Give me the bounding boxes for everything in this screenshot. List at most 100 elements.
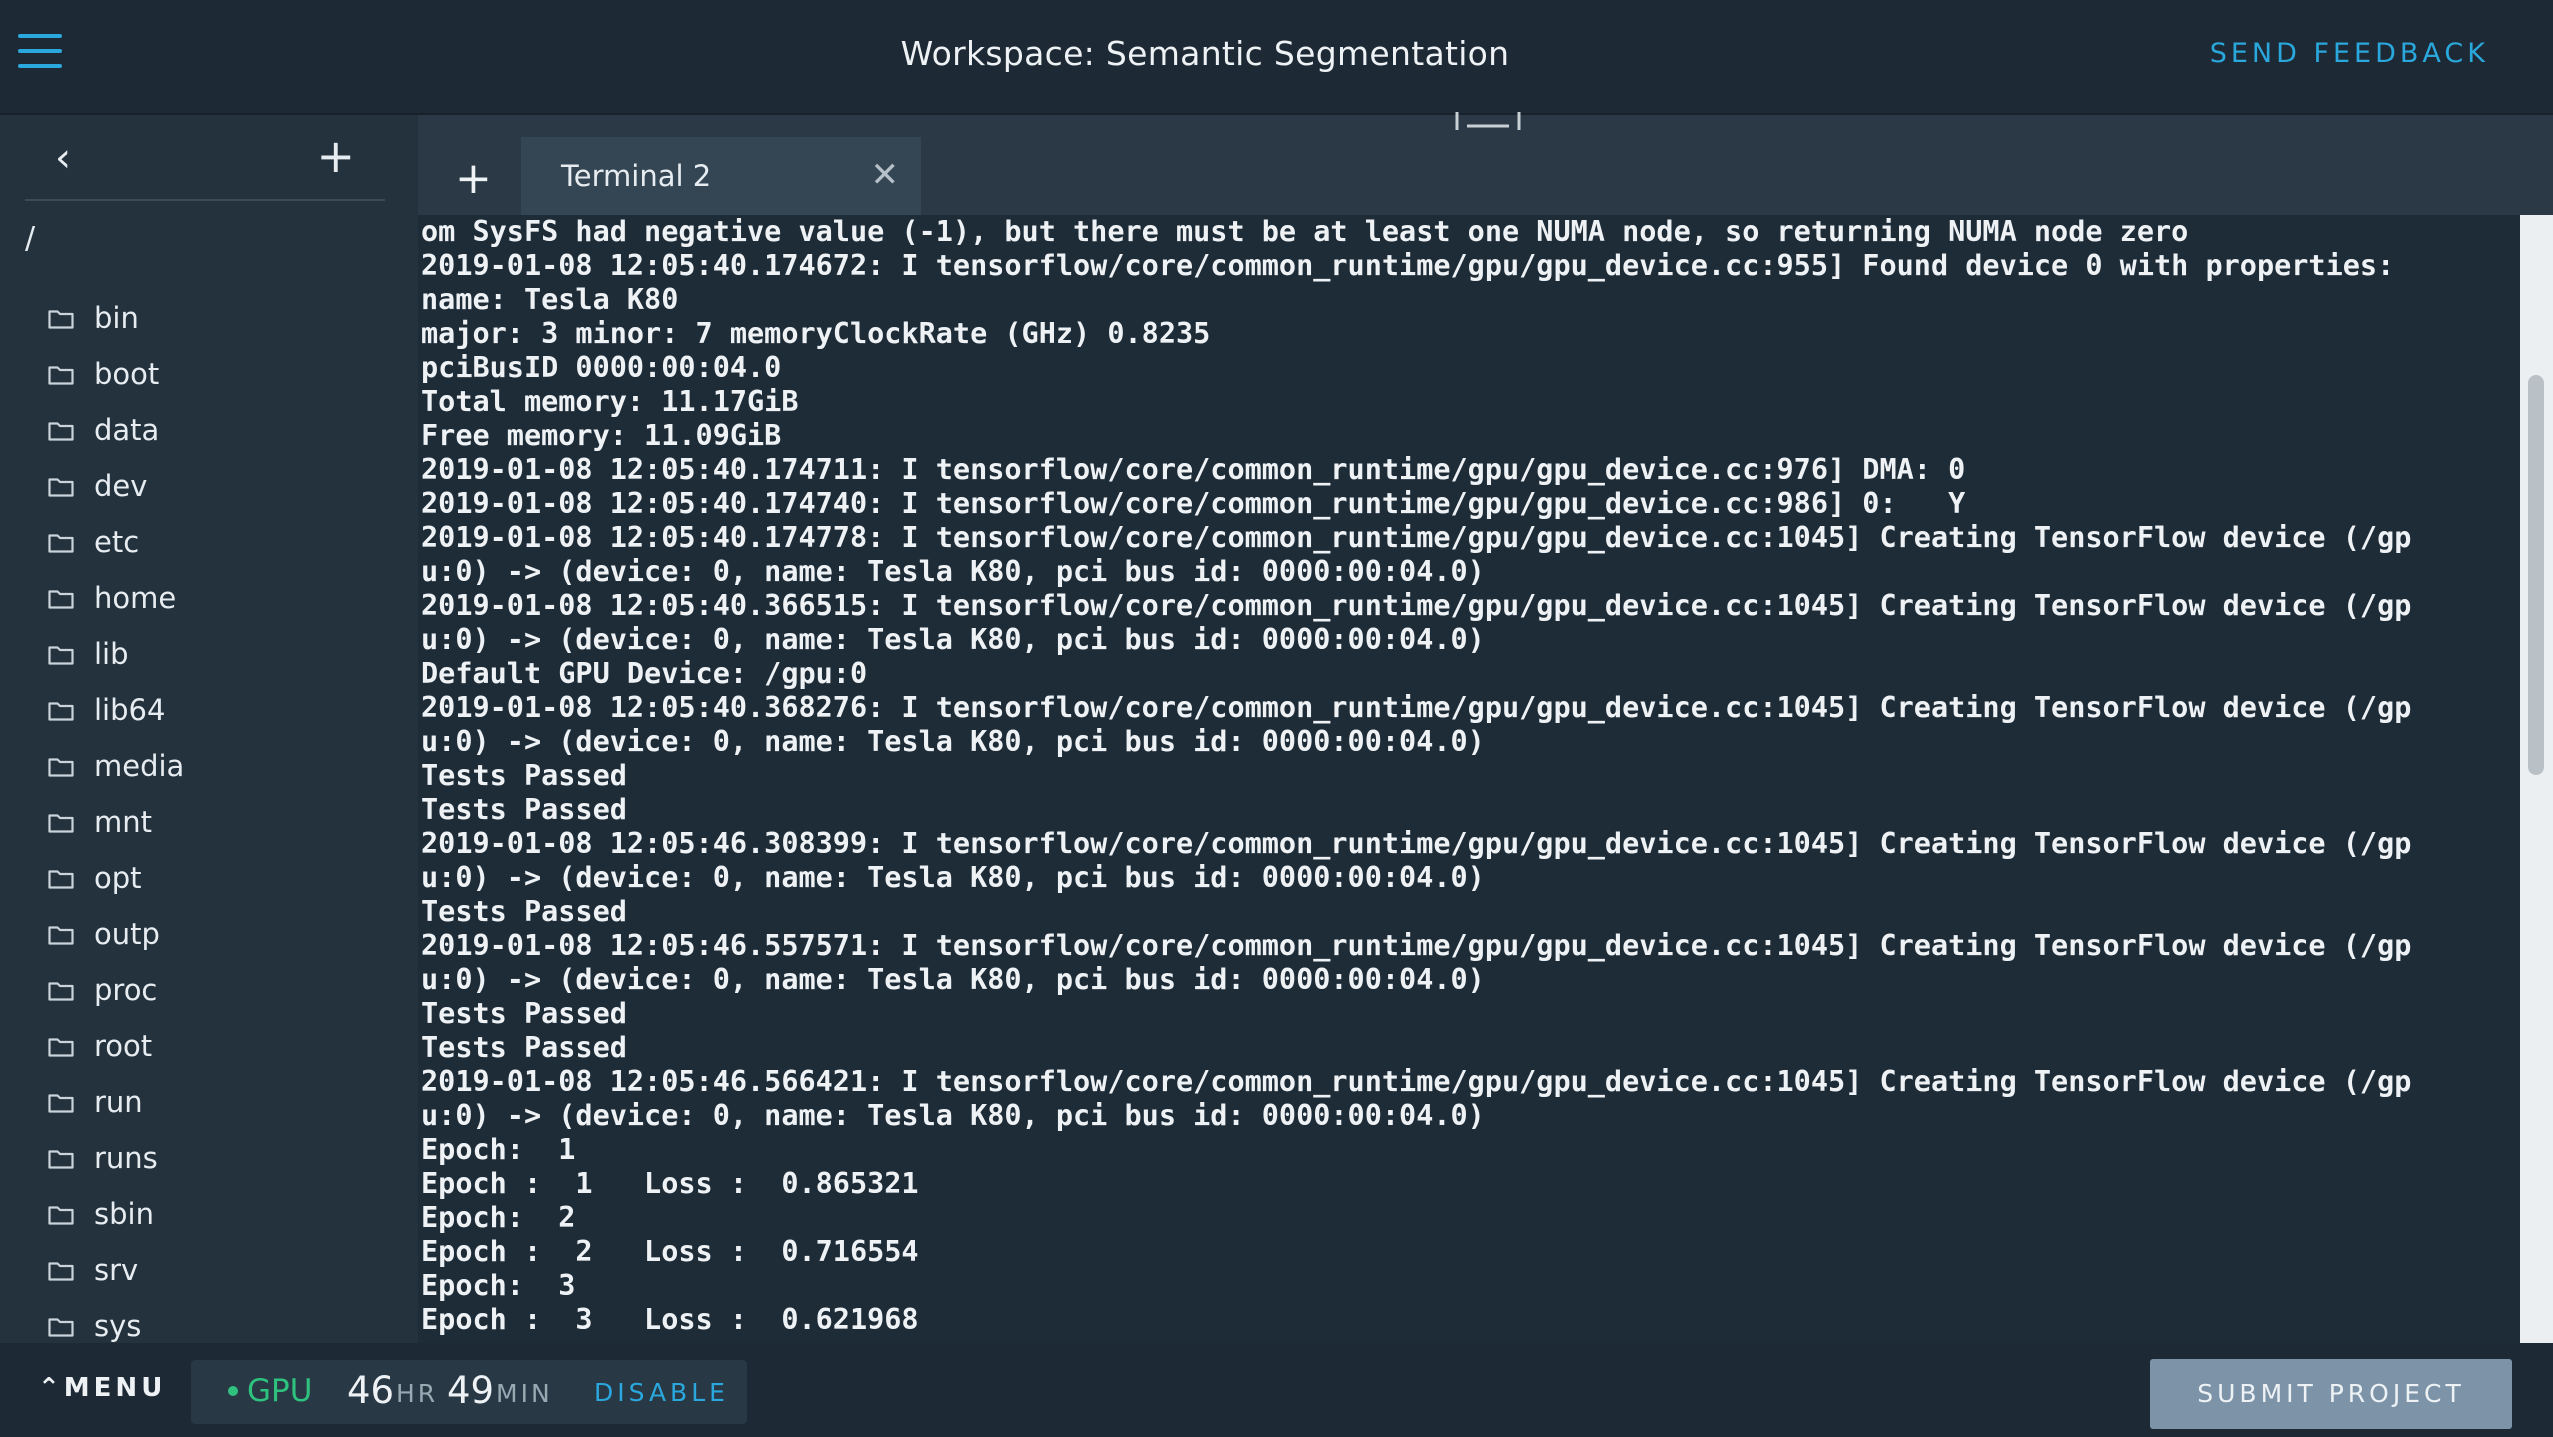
scrollbar-thumb[interactable] [2528, 375, 2544, 775]
terminal-line: Epoch : 1 Loss : 0.865321 [421, 1167, 919, 1200]
menu-label: MENU [63, 1373, 167, 1403]
folder-label: mnt [94, 805, 152, 839]
folder-label: media [94, 749, 185, 783]
folder-label: dev [94, 469, 148, 503]
folder-label: opt [94, 861, 142, 895]
add-file-icon[interactable]: + [316, 129, 355, 183]
gpu-label: GPU [247, 1373, 313, 1409]
folder-item[interactable]: lib [48, 626, 184, 682]
folder-label: proc [94, 973, 158, 1007]
folder-icon [48, 1204, 74, 1225]
folder-label: etc [94, 525, 140, 559]
file-list: bin boot data dev etc home lib lib64 media mnt opt… [48, 290, 184, 1343]
send-feedback-link[interactable]: SEND FEEDBACK [2210, 38, 2489, 69]
folder-icon [48, 644, 74, 665]
terminal-line: u:0) -> (device: 0, name: Tesla K80, pci… [421, 555, 1485, 588]
folder-icon [48, 1316, 74, 1337]
folder-item[interactable]: mnt [48, 794, 184, 850]
terminal-line: Tests Passed [421, 997, 627, 1030]
folder-item[interactable]: data [48, 402, 184, 458]
folder-label: outp [94, 917, 160, 951]
folder-item[interactable]: home [48, 570, 184, 626]
terminal-line: 2019-01-08 12:05:40.368276: I tensorflow… [421, 691, 2412, 724]
current-path: / [25, 221, 36, 256]
terminal-line: Tests Passed [421, 793, 627, 826]
file-browser-sidebar: ‹ + / bin boot data dev etc home lib lib64 media… [0, 115, 418, 1343]
chevron-up-icon: ⌃ [38, 1373, 64, 1403]
folder-icon [48, 588, 74, 609]
folder-item[interactable]: media [48, 738, 184, 794]
folder-item[interactable]: sbin [48, 1186, 184, 1242]
gpu-status-dot-icon [228, 1386, 238, 1396]
folder-icon [48, 812, 74, 833]
terminal-line: u:0) -> (device: 0, name: Tesla K80, pci… [421, 1099, 1485, 1132]
gpu-hours-remaining: 46 [347, 1369, 395, 1412]
folder-icon [48, 1148, 74, 1169]
submit-project-button[interactable]: SUBMIT PROJECT [2150, 1359, 2512, 1429]
chevron-left-icon[interactable]: ‹ [55, 135, 71, 181]
folder-item[interactable]: root [48, 1018, 184, 1074]
folder-item[interactable]: lib64 [48, 682, 184, 738]
folder-icon [48, 420, 74, 441]
terminal-line: Epoch : 3 Loss : 0.621968 [421, 1303, 919, 1336]
tab-terminal-2[interactable]: Terminal 2 ✕ [521, 137, 921, 215]
gpu-minutes-remaining: 49 [447, 1369, 495, 1412]
terminal-line: 2019-01-08 12:05:40.366515: I tensorflow… [421, 589, 2412, 622]
folder-label: srv [94, 1253, 139, 1287]
new-terminal-tab-icon[interactable]: + [455, 153, 492, 204]
folder-icon [48, 868, 74, 889]
folder-item[interactable]: dev [48, 458, 184, 514]
terminal-line: om SysFS had negative value (-1), but th… [421, 215, 2189, 248]
terminal-line: name: Tesla K80 [421, 283, 679, 316]
terminal-line: Tests Passed [421, 1031, 627, 1064]
terminal-line: u:0) -> (device: 0, name: Tesla K80, pci… [421, 861, 1485, 894]
folder-label: bin [94, 301, 139, 335]
folder-item[interactable]: boot [48, 346, 184, 402]
terminal-line: 2019-01-08 12:05:40.174778: I tensorflow… [421, 521, 2412, 554]
folder-label: lib [94, 637, 129, 671]
terminal-line: Epoch : 2 Loss : 0.716554 [421, 1235, 919, 1268]
folder-icon [48, 476, 74, 497]
bottom-bar: ⌃MENU GPU 46 HR 49 MIN DISABLE SUBMIT PR… [0, 1343, 2553, 1437]
tab-label: Terminal 2 [561, 159, 712, 193]
terminal-line: major: 3 minor: 7 memoryClockRate (GHz) … [421, 317, 1211, 350]
workspace-title: Workspace: Semantic Segmentation [900, 34, 1510, 73]
terminal-line: pciBusID 0000:00:04.0 [421, 351, 782, 384]
folder-item[interactable]: sys [48, 1298, 184, 1343]
terminal-line: 2019-01-08 12:05:46.557571: I tensorflow… [421, 929, 2412, 962]
folder-item[interactable]: proc [48, 962, 184, 1018]
terminal-line: 2019-01-08 12:05:46.566421: I tensorflow… [421, 1065, 2412, 1098]
folder-icon [48, 308, 74, 329]
terminal-line: Total memory: 11.17GiB [421, 385, 799, 418]
folder-label: home [94, 581, 177, 615]
folder-item[interactable]: run [48, 1074, 184, 1130]
folder-item[interactable]: bin [48, 290, 184, 346]
folder-item[interactable]: opt [48, 850, 184, 906]
menu-button[interactable]: ⌃MENU [38, 1373, 166, 1403]
panel-resize-handle-icon[interactable] [1455, 112, 1521, 132]
folder-item[interactable]: runs [48, 1130, 184, 1186]
folder-item[interactable]: etc [48, 514, 184, 570]
folder-item[interactable]: srv [48, 1242, 184, 1298]
terminal-line: u:0) -> (device: 0, name: Tesla K80, pci… [421, 963, 1485, 996]
hours-unit: HR [396, 1379, 439, 1408]
close-tab-icon[interactable]: ✕ [871, 155, 900, 195]
terminal-line: 2019-01-08 12:05:40.174740: I tensorflow… [421, 487, 1966, 520]
disable-gpu-button[interactable]: DISABLE [594, 1378, 729, 1407]
terminal-panel[interactable]: om SysFS had negative value (-1), but th… [418, 215, 2520, 1343]
terminal-line: u:0) -> (device: 0, name: Tesla K80, pci… [421, 623, 1485, 656]
file-browser-header: ‹ + [25, 115, 385, 201]
terminal-line: 2019-01-08 12:05:46.308399: I tensorflow… [421, 827, 2412, 860]
folder-icon [48, 1092, 74, 1113]
folder-label: lib64 [94, 693, 166, 727]
terminal-line: Default GPU Device: /gpu:0 [421, 657, 868, 690]
terminal-line: Epoch: 3 [421, 1269, 576, 1302]
top-bar: Workspace: Semantic Segmentation SEND FE… [0, 0, 2553, 115]
terminal-line: Tests Passed [421, 895, 627, 928]
terminal-line: Epoch: 2 [421, 1201, 576, 1234]
folder-item[interactable]: outp [48, 906, 184, 962]
folder-label: data [94, 413, 160, 447]
terminal-line: u:0) -> (device: 0, name: Tesla K80, pci… [421, 725, 1485, 758]
folder-icon [48, 532, 74, 553]
terminal-scrollbar[interactable] [2520, 215, 2553, 1343]
